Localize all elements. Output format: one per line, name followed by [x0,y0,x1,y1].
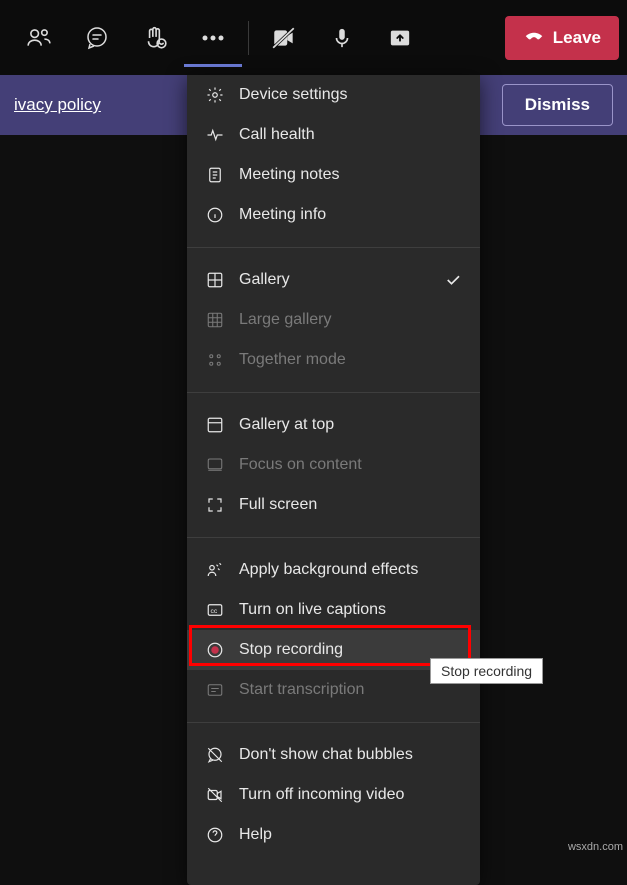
together-icon [205,350,225,370]
focus-icon [205,455,225,475]
pulse-icon [205,125,225,145]
mic-icon [331,26,353,50]
menu-label: Don't show chat bubbles [239,746,413,764]
menu-full-screen[interactable]: Full screen [187,485,480,525]
menu-label: Meeting info [239,206,326,224]
record-icon [205,640,225,660]
menu-label: Meeting notes [239,166,340,184]
menu-device-settings[interactable]: Device settings [187,75,480,115]
dismiss-button[interactable]: Dismiss [502,84,613,126]
check-icon [444,271,462,289]
menu-label: Start transcription [239,681,364,699]
tooltip: Stop recording [430,658,543,684]
menu-together-mode: Together mode [187,340,480,380]
menu-turn-off-incoming-video[interactable]: Turn off incoming video [187,775,480,815]
chat-icon [85,26,109,50]
people-button[interactable] [10,10,68,65]
menu-large-gallery: Large gallery [187,300,480,340]
menu-background-effects[interactable]: Apply background effects [187,550,480,590]
people-icon [26,25,52,51]
menu-label: Stop recording [239,641,343,659]
gear-icon [205,85,225,105]
mic-button[interactable] [313,10,371,65]
menu-label: Turn off incoming video [239,786,404,804]
watermark: wsxdn.com [568,841,623,853]
menu-gallery[interactable]: Gallery [187,260,480,300]
menu-gallery-at-top[interactable]: Gallery at top [187,405,480,445]
menu-live-captions[interactable]: cc Turn on live captions [187,590,480,630]
privacy-policy-link[interactable]: ivacy policy [14,95,101,115]
layout-top-icon [205,415,225,435]
menu-separator [187,537,480,538]
chat-button[interactable] [68,10,126,65]
menu-label: Help [239,826,272,844]
svg-text:cc: cc [211,608,218,615]
share-screen-icon [388,27,412,49]
menu-label: Full screen [239,496,317,514]
info-icon [205,205,225,225]
menu-call-health[interactable]: Call health [187,115,480,155]
camera-off-icon [271,25,297,51]
more-actions-menu: Device settings Call health Meeting note… [187,75,480,885]
ellipsis-icon [202,35,224,41]
menu-label: Turn on live captions [239,601,386,619]
menu-label: Gallery at top [239,416,334,434]
video-off-icon [205,785,225,805]
help-icon [205,825,225,845]
menu-label: Gallery [239,271,290,289]
menu-label: Together mode [239,351,346,369]
menu-help[interactable]: Help [187,815,480,855]
toolbar-divider [248,21,249,55]
share-button[interactable] [371,10,429,65]
leave-button[interactable]: Leave [505,16,619,60]
menu-separator [187,247,480,248]
transcription-icon [205,680,225,700]
large-grid-icon [205,310,225,330]
leave-label: Leave [553,28,601,48]
menu-label: Apply background effects [239,561,418,579]
menu-label: Large gallery [239,311,332,329]
chat-off-icon [205,745,225,765]
menu-label: Device settings [239,86,348,104]
call-toolbar: Leave [0,0,627,75]
cc-icon: cc [205,600,225,620]
menu-hide-chat-bubbles[interactable]: Don't show chat bubbles [187,735,480,775]
camera-button[interactable] [255,10,313,65]
notes-icon [205,165,225,185]
menu-focus-content: Focus on content [187,445,480,485]
menu-label: Focus on content [239,456,362,474]
fullscreen-icon [205,495,225,515]
menu-meeting-notes[interactable]: Meeting notes [187,155,480,195]
menu-meeting-info[interactable]: Meeting info [187,195,480,235]
menu-separator [187,722,480,723]
reactions-button[interactable] [126,10,184,65]
more-actions-button[interactable] [184,12,242,67]
grid-icon [205,270,225,290]
hangup-icon [523,27,545,49]
menu-label: Call health [239,126,315,144]
hand-emoji-icon [142,25,168,51]
effects-icon [205,560,225,580]
menu-separator [187,392,480,393]
